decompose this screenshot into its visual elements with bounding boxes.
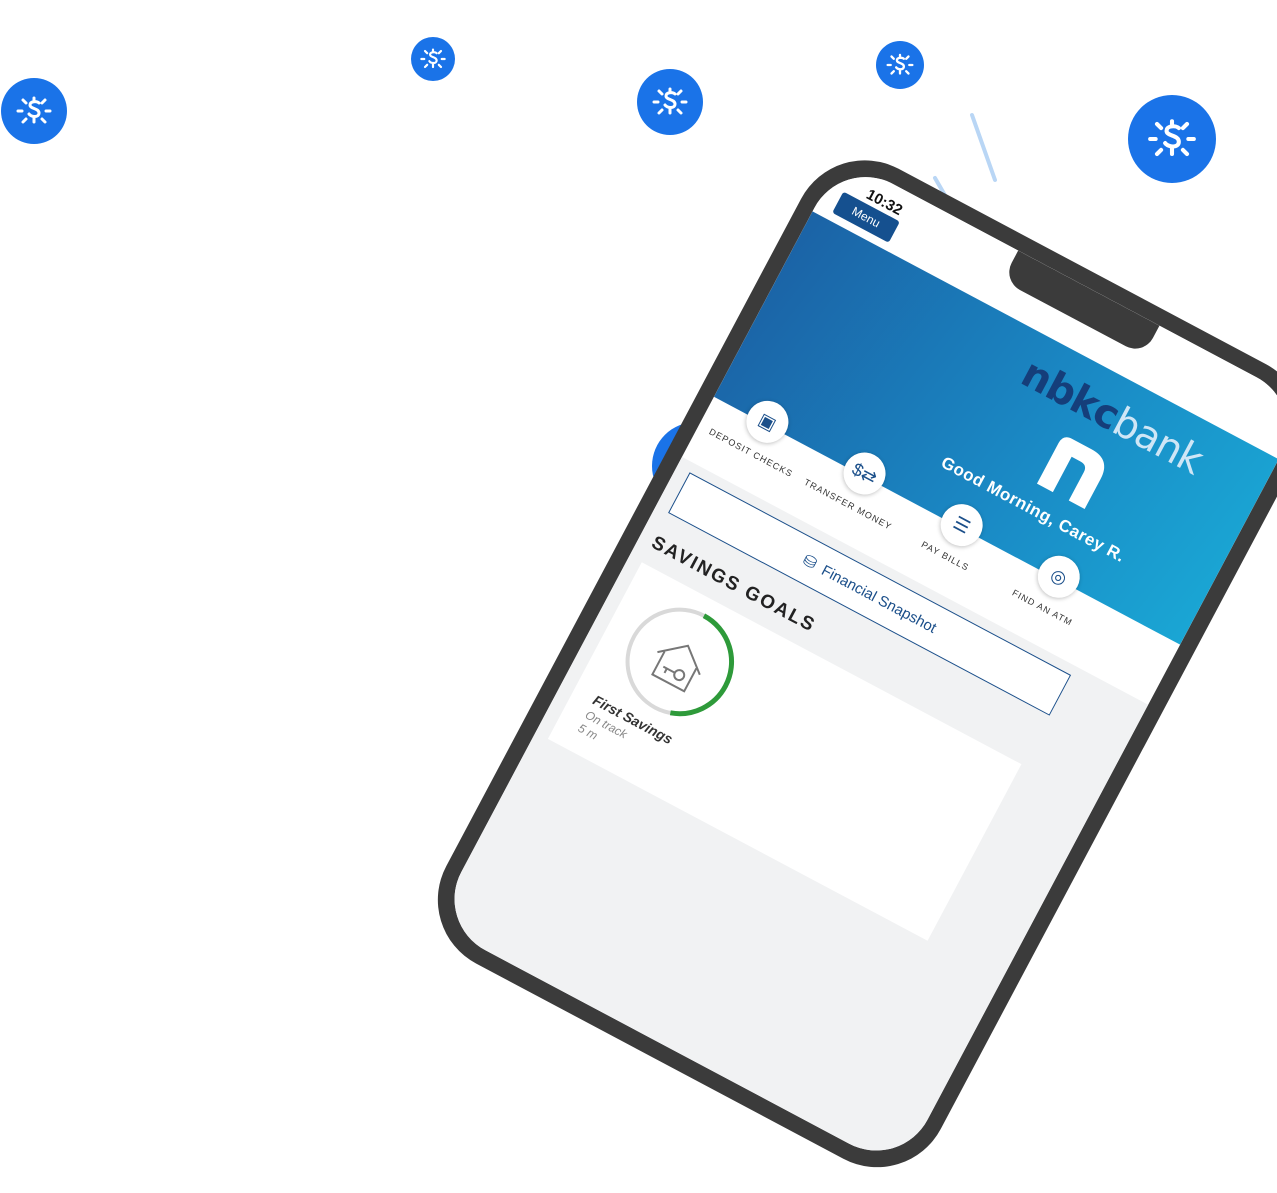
dollar-coin-icon bbox=[411, 37, 455, 81]
coins-icon: ⛁ bbox=[799, 551, 820, 574]
dollar-coin-icon bbox=[1128, 95, 1216, 183]
dollar-coin-icon bbox=[876, 41, 924, 89]
house-key-icon bbox=[651, 644, 701, 693]
dollar-coin-icon bbox=[637, 69, 703, 135]
dollar-coin-icon bbox=[1, 78, 67, 144]
